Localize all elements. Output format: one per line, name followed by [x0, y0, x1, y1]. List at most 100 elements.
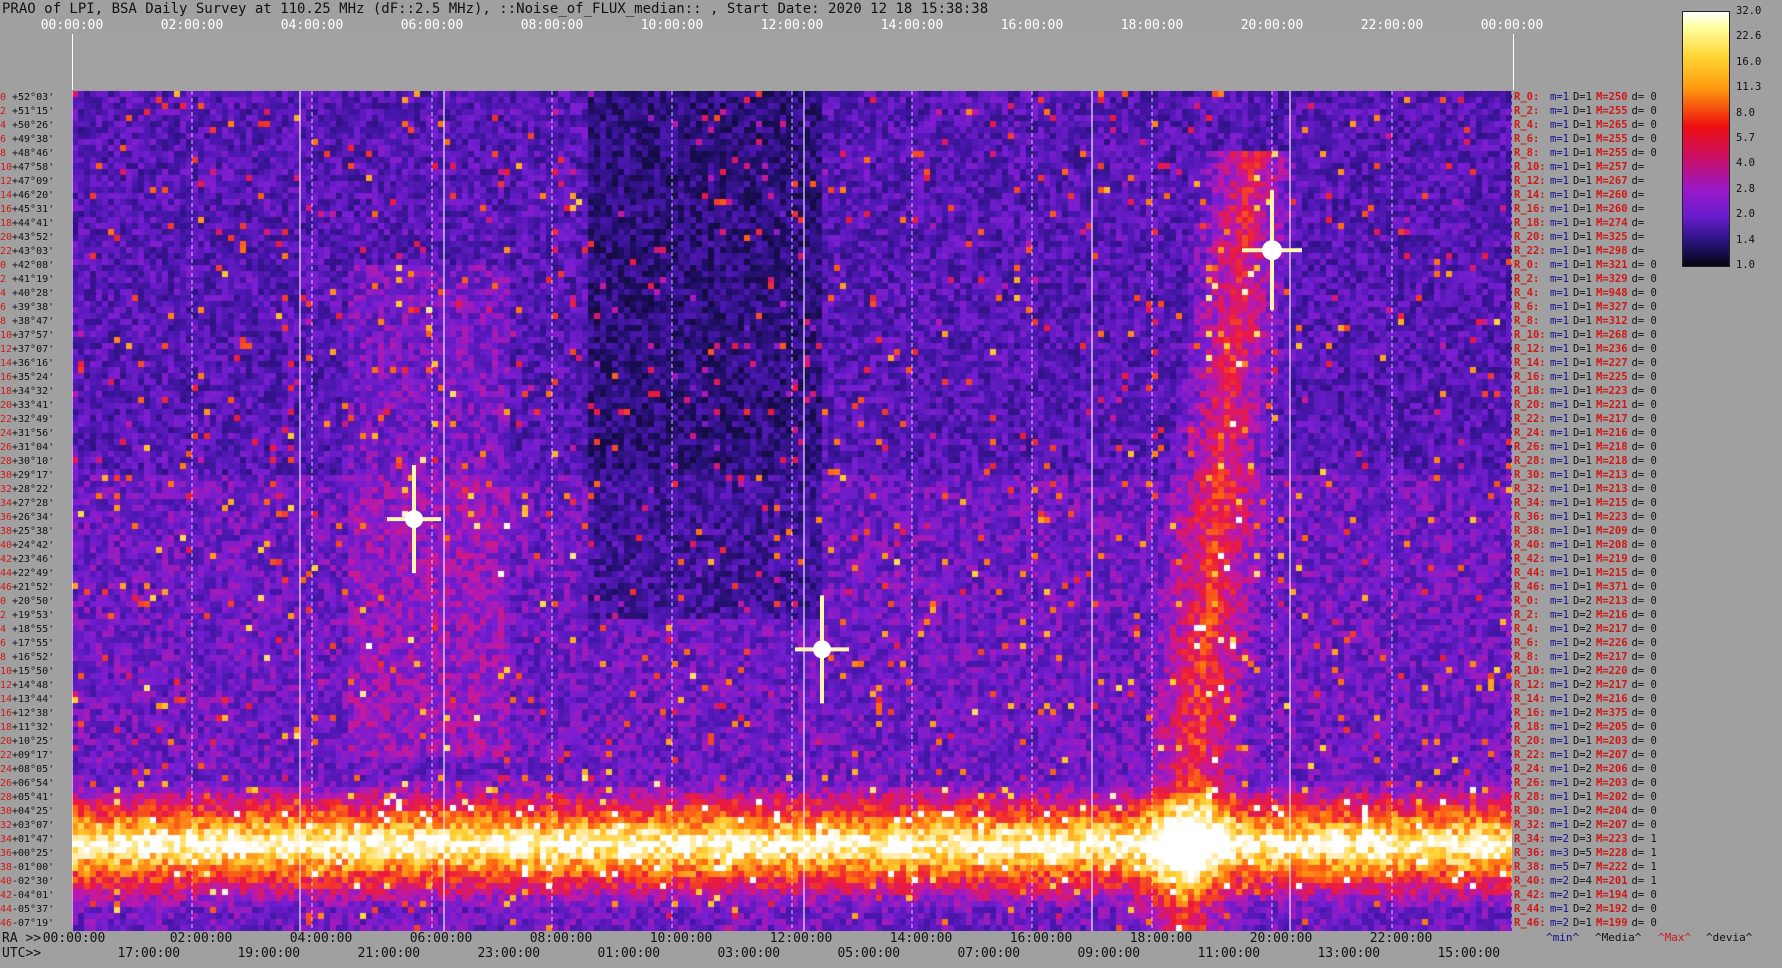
- declination-index: 44: [0, 568, 13, 579]
- channel-min: m=1: [1550, 623, 1569, 635]
- declination-tick-label: +51°15': [12, 106, 55, 117]
- channel-max: M=268: [1595, 329, 1628, 341]
- top-tick-label: 08:00:00: [520, 18, 584, 33]
- declination-tick-label: +17°55': [12, 638, 55, 649]
- bright-source-marker: [795, 595, 849, 704]
- channel-name: R_0:: [1514, 595, 1540, 607]
- channel-max: M=257: [1595, 161, 1628, 173]
- channel-max: M=213: [1595, 483, 1628, 495]
- channel-stat-row: R_26: m=1 D=1 M=218 d= 0: [1514, 441, 1661, 454]
- channel-stat-row: R_32: m=1 D=1 M=213 d= 0: [1514, 483, 1661, 496]
- declination-tick-label: +43°03': [12, 246, 55, 257]
- declination-row: 22+43°03': [0, 246, 72, 257]
- declination-row: 46+21°52': [0, 582, 72, 593]
- channel-min: m=1: [1550, 189, 1569, 201]
- channel-stat-row: R_16: m=1 D=1 M=260 d=: [1514, 203, 1648, 216]
- colorbar-tick-label: 4.0: [1736, 157, 1755, 170]
- channel-max: M=371: [1595, 581, 1628, 593]
- channel-median: D=4: [1572, 875, 1592, 887]
- declination-row: 4 +18°55': [0, 624, 72, 635]
- channel-min: m=1: [1550, 553, 1569, 565]
- channel-min: m=1: [1550, 567, 1569, 579]
- channel-stat-row: R_22: m=1 D=1 M=298 d=: [1514, 245, 1648, 258]
- channel-stat-row: R_34: m=1 D=1 M=215 d= 0: [1514, 497, 1661, 510]
- channel-name: R_28:: [1514, 455, 1546, 467]
- declination-tick-label: +06°54': [12, 778, 55, 789]
- channel-max: M=226: [1595, 637, 1628, 649]
- channel-max: M=215: [1595, 567, 1628, 579]
- declination-index: 4: [0, 288, 7, 299]
- channel-devia: d= 1: [1631, 861, 1657, 873]
- top-tick-label: 02:00:00: [160, 18, 224, 33]
- declination-index: 20: [0, 232, 13, 243]
- channel-name: R_26:: [1514, 441, 1546, 453]
- declination-index: 28: [0, 792, 13, 803]
- channel-name: R_38:: [1514, 861, 1546, 873]
- channel-stat-row: R_20: m=1 D=1 M=221 d= 0: [1514, 399, 1661, 412]
- channel-stat-row: R_10: m=1 D=1 M=268 d= 0: [1514, 329, 1661, 342]
- channel-devia: d= 0: [1631, 553, 1657, 565]
- channel-max: M=208: [1595, 539, 1628, 551]
- channel-max: M=217: [1595, 623, 1628, 635]
- channel-stat-row: R_46: m=2 D=1 M=199 d= 0: [1514, 917, 1661, 930]
- channel-devia: d= 0: [1631, 133, 1657, 145]
- channel-median: D=2: [1572, 609, 1592, 621]
- channel-max: M=265: [1595, 119, 1628, 131]
- channel-name: R_4:: [1514, 119, 1540, 131]
- channel-median: D=1: [1572, 469, 1592, 481]
- footer-axes: RA >> UTC>> ^min^ ^Media^ ^Max^ ^devia^ …: [0, 931, 1782, 968]
- channel-devia: d= 0: [1631, 763, 1657, 775]
- channel-min: m=1: [1550, 441, 1569, 453]
- channel-max: M=327: [1595, 301, 1628, 313]
- channel-max: M=260: [1595, 189, 1628, 201]
- channel-max: M=213: [1595, 595, 1628, 607]
- colorbar-tick-label: 2.8: [1736, 182, 1755, 195]
- channel-stat-row: R_40: m=1 D=1 M=208 d= 0: [1514, 539, 1661, 552]
- declination-index: 2: [0, 106, 7, 117]
- channel-median: D=1: [1572, 273, 1592, 285]
- channel-median: D=1: [1572, 427, 1592, 439]
- channel-devia: d= 0: [1631, 427, 1657, 439]
- channel-stat-row: R_18: m=1 D=1 M=274 d=: [1514, 217, 1648, 230]
- channel-median: D=1: [1572, 259, 1592, 271]
- declination-row: 0 +42°08': [0, 260, 72, 271]
- channel-median: D=1: [1572, 147, 1592, 159]
- channel-max: M=236: [1595, 343, 1628, 355]
- channel-median: D=1: [1572, 553, 1592, 565]
- channel-max: M=255: [1595, 133, 1628, 145]
- top-tick-label: 22:00:00: [1360, 18, 1424, 33]
- channel-devia: d= 0: [1631, 147, 1657, 159]
- ra-tick-label: 10:00:00: [649, 931, 713, 946]
- channel-stat-row: R_20: m=1 D=1 M=203 d= 0: [1514, 735, 1661, 748]
- declination-tick-label: +09°17': [12, 750, 55, 761]
- utc-tick-label: 07:00:00: [957, 946, 1021, 961]
- declination-index: 22: [0, 414, 13, 425]
- channel-stat-row: R_10: m=1 D=2 M=220 d= 0: [1514, 665, 1661, 678]
- channel-min: m=1: [1550, 455, 1569, 467]
- declination-index: 36: [0, 848, 13, 859]
- channel-min: m=3: [1550, 847, 1569, 859]
- channel-min: m=1: [1550, 399, 1569, 411]
- channel-min: m=1: [1550, 609, 1569, 621]
- channel-name: R_12:: [1514, 343, 1546, 355]
- declination-index: 10: [0, 162, 13, 173]
- channel-name: R_8:: [1514, 147, 1540, 159]
- channel-name: R_42:: [1514, 553, 1546, 565]
- channel-max: M=201: [1595, 875, 1628, 887]
- declination-index: 12: [0, 176, 13, 187]
- declination-row: 0 +20°50': [0, 596, 72, 607]
- channel-median: D=1: [1572, 525, 1592, 537]
- utc-tick-label: 09:00:00: [1077, 946, 1141, 961]
- declination-index: 22: [0, 246, 13, 257]
- channel-stat-row: R_44: m=1 D=2 M=192 d= 0: [1514, 903, 1661, 916]
- colorbar-tick-label: 11.3: [1736, 81, 1762, 94]
- colorbar-tick-label: 5.7: [1736, 132, 1755, 144]
- declination-tick-label: +12°38': [12, 708, 55, 719]
- channel-max: M=255: [1595, 105, 1628, 117]
- declination-tick-label: +52°03': [12, 92, 55, 103]
- declination-row: 2 +19°53': [0, 610, 72, 621]
- channel-min: m=1: [1550, 511, 1569, 523]
- declination-row: 38-01°00': [0, 862, 72, 873]
- declination-row: 42+23°46': [0, 554, 72, 565]
- channel-max: M=215: [1595, 497, 1628, 509]
